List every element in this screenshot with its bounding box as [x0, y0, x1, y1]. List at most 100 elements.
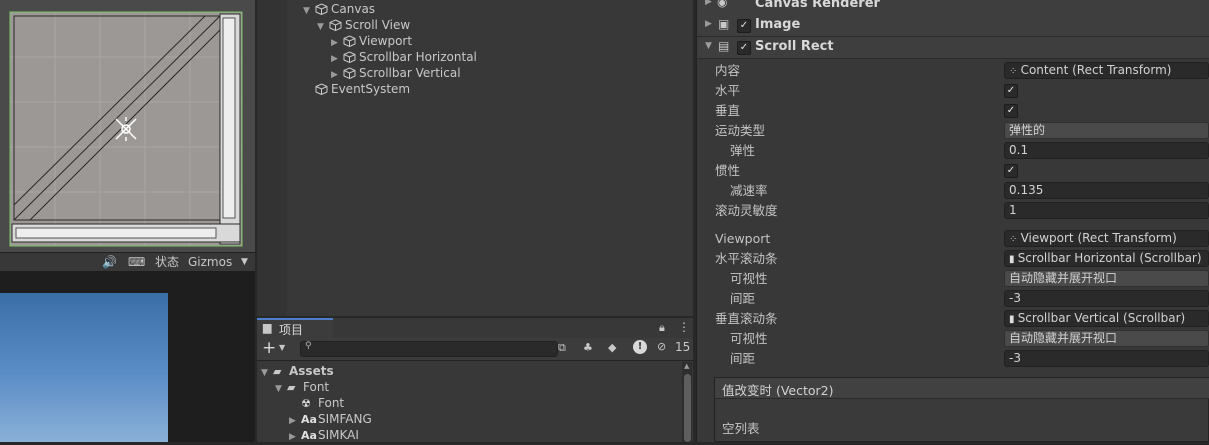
font-aa-icon: Aa [301, 413, 317, 426]
hierarchy-item-eventsystem[interactable]: EventSystem [303, 81, 410, 97]
tree-item-assets[interactable]: ▼ ▰ Assets [261, 363, 334, 379]
add-button[interactable]: + [262, 338, 276, 358]
tree-item-font-asset[interactable]: ☢ Font [301, 395, 344, 411]
chevron-down-icon[interactable]: ▼ [279, 343, 285, 352]
cube-icon [315, 83, 328, 95]
component-title: Canvas Renderer [755, 0, 880, 11]
component-enabled-checkbox[interactable]: ✓ [737, 19, 751, 33]
hierarchy-item-label: Viewport [359, 34, 413, 48]
cube-icon [343, 35, 356, 47]
tree-item-label: SIMKAI [318, 428, 359, 442]
viewport-field[interactable]: ⁘ Viewport (Rect Transform) [1004, 230, 1209, 247]
component-enabled-checkbox[interactable]: ✓ [737, 41, 751, 55]
scene-view[interactable] [0, 0, 255, 252]
vspacing-label: 间距 [730, 351, 756, 366]
hvisibility-label: 可视性 [730, 271, 768, 286]
movement-type-dropdown[interactable]: 弹性的 [1004, 122, 1209, 139]
hierarchy-panel [257, 0, 693, 316]
label-tag-icon[interactable]: ◆ [608, 341, 616, 354]
component-scroll-rect[interactable]: ▼ ▤ ✓ Scroll Rect [697, 37, 1209, 59]
content-field[interactable]: ⁘ Content (Rect Transform) [1004, 62, 1209, 79]
vvisibility-dropdown[interactable]: 自动隐藏并展开视口 [1004, 330, 1209, 347]
content-label: 内容 [715, 63, 741, 78]
chevron-down-icon[interactable]: ▼ [241, 253, 248, 271]
cube-icon [329, 19, 342, 31]
hierarchy-item-label: EventSystem [331, 82, 411, 96]
expand-arrow-icon[interactable]: ▼ [303, 3, 315, 19]
tree-item-simkai[interactable]: ▶ AaSIMKAI [289, 427, 359, 443]
vvisibility-label: 可视性 [730, 331, 768, 346]
movement-type-label: 运动类型 [715, 123, 766, 138]
warning-icon[interactable]: ! [633, 340, 647, 354]
image-icon: ▣ [718, 17, 730, 31]
component-title: Image [755, 17, 801, 32]
rect-transform-icon: ⁘ [1009, 234, 1021, 245]
hierarchy-item-label: Scrollbar Vertical [359, 66, 461, 80]
hvisibility-dropdown[interactable]: 自动隐藏并展开视口 [1004, 270, 1209, 287]
folder-open-icon: ▰ [287, 381, 296, 394]
hierarchy-item-canvas[interactable]: ▼ Canvas [303, 1, 375, 17]
inertia-checkbox[interactable]: ✓ [1004, 164, 1018, 178]
folder-icon: ▆ [263, 321, 272, 334]
speaker-icon[interactable]: 🔊 [102, 253, 117, 271]
elasticity-field[interactable]: 0.1 [1004, 142, 1209, 159]
horizontal-checkbox[interactable]: ✓ [1004, 84, 1018, 98]
scene-canvas [0, 0, 255, 252]
hspacing-field[interactable]: -3 [1004, 290, 1209, 307]
scrollrect-icon: ▤ [718, 39, 730, 53]
tree-item-font-folder[interactable]: ▼ ▰ Font [275, 379, 329, 395]
sensitivity-label: 滚动灵敏度 [715, 203, 778, 218]
cube-icon [315, 3, 328, 15]
event-header: 值改变时 (Vector2) [715, 378, 1209, 399]
tree-item-label: SIMFANG [318, 412, 372, 426]
folder-open-icon: ▰ [273, 365, 282, 378]
foldout-arrow-icon[interactable]: ▶ [705, 0, 712, 7]
expand-arrow-icon[interactable]: ▼ [275, 381, 287, 397]
horizontal-label: 水平 [715, 83, 741, 98]
keyboard-grid-icon[interactable]: ⌨ [128, 253, 145, 271]
vscrollbar-field[interactable]: ▮ Scrollbar Vertical (Scrollbar) [1004, 310, 1209, 327]
component-canvas-renderer[interactable]: ▶ ◉ Canvas Renderer [697, 0, 1209, 16]
hidden-eye-icon[interactable]: ⊘ [657, 340, 666, 353]
vertical-checkbox[interactable]: ✓ [1004, 104, 1018, 118]
component-image[interactable]: ▶ ▣ ✓ Image [697, 15, 1209, 37]
lock-icon[interactable]: 🔒︎ [659, 321, 665, 335]
cube-icon [343, 67, 356, 79]
vscrollbar-label: 垂直滚动条 [715, 311, 778, 326]
expand-arrow-icon[interactable]: ▼ [317, 19, 329, 35]
inertia-label: 惯性 [715, 163, 741, 178]
hierarchy-item-scrollbar-vertical[interactable]: ▶ Scrollbar Vertical [331, 65, 461, 81]
expand-arrow-icon[interactable]: ▶ [289, 429, 301, 445]
hierarchy-gutter [257, 0, 287, 316]
kebab-icon[interactable]: ⋮ [678, 320, 690, 334]
foldout-arrow-icon[interactable]: ▶ [705, 19, 712, 29]
foldout-arrow-icon[interactable]: ▼ [705, 41, 712, 51]
scroll-up-icon[interactable]: ▲ [684, 362, 689, 370]
tree-item-simfang[interactable]: ▶ AaSIMFANG [289, 411, 372, 427]
search-input[interactable]: ⚲ [300, 341, 558, 357]
expand-arrow-icon[interactable]: ▼ [261, 365, 273, 381]
font-asset-icon: ☢ [301, 397, 311, 410]
tab-project[interactable]: ▆ 项目 [257, 318, 333, 338]
hidden-count: 15 [675, 340, 691, 354]
elasticity-label: 弹性 [730, 143, 756, 158]
event-title: 值改变时 (Vector2) [722, 383, 834, 398]
hierarchy-item-viewport[interactable]: ▶ Viewport [331, 33, 412, 49]
asset-type-icon[interactable]: ♣ [583, 341, 593, 354]
deceleration-field[interactable]: 0.135 [1004, 182, 1209, 199]
status-button[interactable]: 状态 [155, 253, 179, 271]
hierarchy-item-scrollbar-horizontal[interactable]: ▶ Scrollbar Horizontal [331, 49, 477, 65]
hierarchy-item-scroll-view[interactable]: ▼ Scroll View [317, 17, 410, 33]
game-sky [0, 293, 168, 442]
project-scrollbar-thumb[interactable] [684, 374, 691, 442]
gizmos-button[interactable]: Gizmos [188, 253, 232, 271]
hierarchy-item-label: Scroll View [345, 18, 411, 32]
sensitivity-field[interactable]: 1 [1004, 202, 1209, 219]
hscrollbar-field[interactable]: ▮ Scrollbar Horizontal (Scrollbar) [1004, 250, 1209, 267]
component-title: Scroll Rect [755, 39, 834, 54]
event-empty-list: 空列表 [722, 421, 760, 436]
hscrollbar-label: 水平滚动条 [715, 251, 778, 266]
hierarchy-item-label: Canvas [331, 2, 376, 16]
vspacing-field[interactable]: -3 [1004, 350, 1209, 367]
search-by-type-icon[interactable]: ⧉ [558, 341, 566, 355]
